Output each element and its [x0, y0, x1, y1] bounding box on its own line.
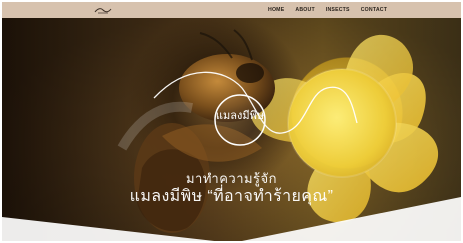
nav-contact[interactable]: CONTACT: [361, 7, 387, 13]
main-nav: HOME ABOUT INSECTS CONTACT: [268, 7, 387, 13]
nav-insects[interactable]: INSECTS: [326, 7, 350, 13]
hero-logo-text: แมลงมีพิษ: [216, 109, 264, 122]
hero-illustration: แมลงมีพิษ: [117, 29, 439, 233]
nav-home[interactable]: HOME: [268, 7, 284, 13]
top-navigation-bar: HOME ABOUT INSECTS CONTACT: [2, 2, 461, 18]
hero-banner: แมลงมีพิษ มาทำความรู้จัก แมลงมีพิษ “ที่อ…: [2, 18, 461, 241]
nav-about[interactable]: ABOUT: [295, 7, 314, 13]
flower: [250, 34, 439, 223]
brand-logo[interactable]: [94, 6, 112, 15]
